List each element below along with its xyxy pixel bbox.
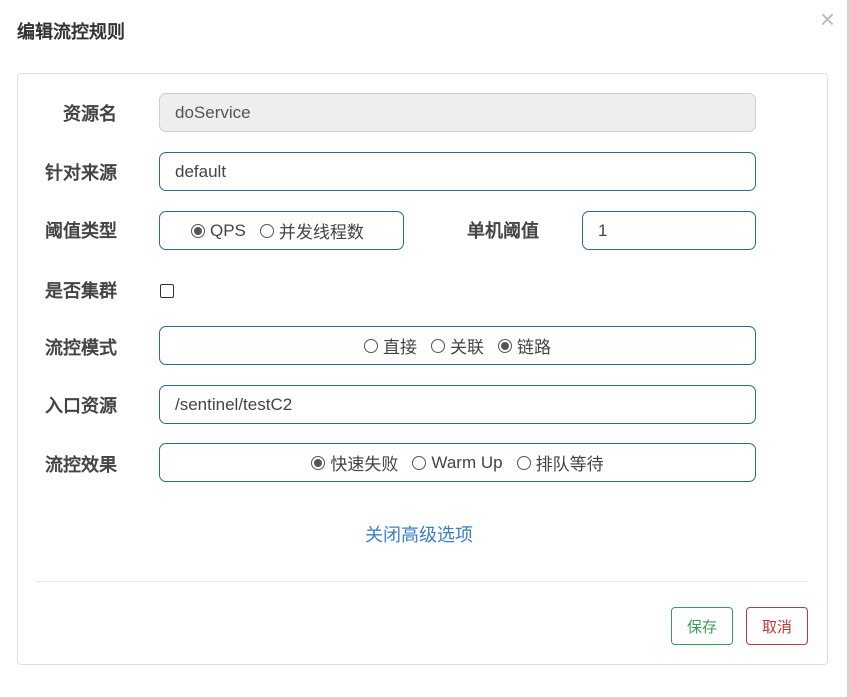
- effect-queue-label: 排队等待: [535, 455, 604, 474]
- threshold-type-group: QPS 并发线程数: [159, 211, 404, 250]
- single-threshold-label: 单机阈值: [467, 221, 539, 242]
- effect-queue[interactable]: 排队等待: [516, 450, 604, 475]
- strategy-relate[interactable]: 关联: [431, 333, 484, 358]
- edit-flow-rule-dialog: 编辑流控规则 × 资源名 doService 针对来源 default 阈值类型…: [0, 0, 849, 697]
- cancel-button[interactable]: 取消: [746, 607, 808, 645]
- limit-app-input[interactable]: default: [159, 152, 756, 191]
- radio-checked-icon[interactable]: [311, 455, 326, 470]
- effect-fail-fast-label: 快速失败: [330, 455, 399, 474]
- radio-unchecked-icon[interactable]: [431, 338, 445, 353]
- radio-unchecked-icon[interactable]: [364, 338, 378, 353]
- radio-checked-icon[interactable]: [191, 223, 205, 238]
- effect-warm-up-label: Warm Up: [431, 452, 503, 472]
- save-button[interactable]: 保存: [671, 607, 733, 645]
- threshold-type-qps[interactable]: QPS: [191, 221, 246, 241]
- radio-unchecked-icon[interactable]: [412, 455, 427, 470]
- effect-label: 流控效果: [45, 455, 117, 476]
- strategy-direct-label: 直接: [383, 338, 417, 357]
- resource-name-label: 资源名: [63, 104, 117, 125]
- strategy-chain-label: 链路: [517, 338, 551, 357]
- close-icon[interactable]: ×: [820, 6, 835, 32]
- cluster-label: 是否集群: [45, 281, 117, 302]
- effect-group: 快速失败 Warm Up 排队等待: [159, 443, 756, 482]
- strategy-relate-label: 关联: [450, 338, 484, 357]
- strategy-chain[interactable]: 链路: [498, 333, 551, 358]
- strategy-label: 流控模式: [45, 338, 117, 359]
- close-advanced-options-link[interactable]: 关闭高级选项: [365, 521, 473, 547]
- threshold-type-threads-label: 并发线程数: [278, 223, 364, 242]
- radio-checked-icon[interactable]: [498, 338, 512, 353]
- resource-name-input: doService: [159, 93, 756, 132]
- strategy-direct[interactable]: 直接: [364, 333, 417, 358]
- entry-resource-label: 入口资源: [45, 396, 117, 417]
- radio-unchecked-icon[interactable]: [516, 455, 531, 470]
- threshold-type-qps-label: QPS: [210, 220, 246, 240]
- effect-fail-fast[interactable]: 快速失败: [311, 450, 398, 475]
- effect-warm-up[interactable]: Warm Up: [412, 452, 503, 473]
- dialog-title: 编辑流控规则: [17, 22, 125, 43]
- radio-unchecked-icon[interactable]: [259, 223, 274, 238]
- strategy-group: 直接 关联 链路: [159, 326, 756, 365]
- threshold-type-label: 阈值类型: [45, 221, 117, 242]
- cluster-checkbox[interactable]: [160, 284, 174, 298]
- single-threshold-input[interactable]: 1: [582, 211, 756, 250]
- limit-app-label: 针对来源: [45, 163, 117, 184]
- footer-divider: [37, 581, 808, 582]
- threshold-type-threads[interactable]: 并发线程数: [259, 218, 364, 243]
- entry-resource-input[interactable]: /sentinel/testC2: [159, 385, 756, 424]
